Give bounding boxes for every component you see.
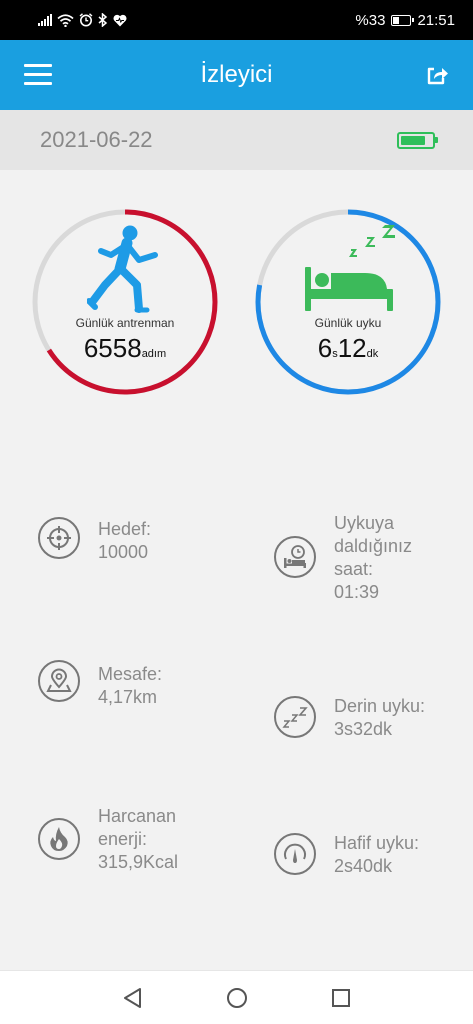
activity-ring-label: Günlük antrenman xyxy=(75,316,175,330)
distance-stat: Mesafe: 4,17km xyxy=(38,660,162,709)
deep-sleep-value: 3s32dk xyxy=(334,719,393,739)
light-sleep-value: 2s40dk xyxy=(334,856,393,876)
bed-clock-icon xyxy=(274,536,316,578)
target-icon xyxy=(38,517,80,559)
location-map-icon xyxy=(38,660,80,702)
energy-label-line1: Harcanan xyxy=(98,806,177,826)
wifi-icon xyxy=(57,13,74,27)
light-sleep-label: Hafif uyku: xyxy=(334,833,420,853)
heart-icon xyxy=(113,14,127,26)
gauge-icon xyxy=(274,833,316,875)
flame-icon xyxy=(38,818,80,860)
step-unit: adım xyxy=(141,348,167,360)
clock: 21:51 xyxy=(417,11,455,29)
alarm-icon xyxy=(79,13,93,27)
light-sleep-stat: Hafif uyku: 2s40dk xyxy=(274,833,419,878)
app-bar: İzleyici xyxy=(0,40,473,110)
deep-sleep-label: Derin uyku: xyxy=(334,696,426,716)
deep-sleep-stat: Derin uyku: 3s32dk xyxy=(274,696,425,741)
sleep-time-value: 01:39 xyxy=(334,582,380,602)
activity-ring[interactable]: Günlük antrenman 6558adım xyxy=(32,209,218,395)
goal-stat: Hedef: 10000 xyxy=(38,517,151,564)
share-icon[interactable] xyxy=(425,63,449,87)
distance-label: Mesafe: xyxy=(98,664,163,684)
recents-icon[interactable] xyxy=(329,986,353,1010)
home-icon[interactable] xyxy=(225,986,249,1010)
battery-percent: %33 xyxy=(355,11,386,29)
sleep-minutes-unit: dk xyxy=(366,348,379,360)
bluetooth-icon xyxy=(98,13,108,27)
sleep-minutes: 12 xyxy=(337,333,367,363)
goal-label: Hedef: xyxy=(98,519,152,539)
energy-value: 315,9Kcal xyxy=(98,852,179,872)
date-label[interactable]: 2021-06-22 xyxy=(40,127,153,153)
sleep-time-label-line1: Uykuya xyxy=(334,513,395,533)
device-battery-icon xyxy=(397,131,438,149)
hamburger-menu-icon[interactable] xyxy=(24,64,52,86)
page-title: İzleyici xyxy=(200,61,273,88)
activity-ring-value: 6558adım xyxy=(32,333,218,364)
status-icons xyxy=(38,13,127,27)
sleeping-bed-icon xyxy=(305,225,395,311)
sleep-ring[interactable]: Günlük uyku 6s12dk xyxy=(255,209,441,395)
signal-icon xyxy=(38,14,52,26)
system-nav-bar xyxy=(0,970,473,1024)
energy-stat: Harcanan enerji: 315,9Kcal xyxy=(38,805,178,874)
running-person-icon xyxy=(87,225,158,313)
sleep-time-stat: Uykuya daldığınız saat: 01:39 xyxy=(274,512,412,604)
date-bar: 2021-06-22 xyxy=(0,110,473,170)
goal-value: 10000 xyxy=(98,542,149,562)
sleep-ring-value: 6s12dk xyxy=(255,333,441,364)
sleep-ring-label: Günlük uyku xyxy=(314,316,382,330)
battery-icon xyxy=(391,14,415,26)
status-bar: %33 21:51 xyxy=(0,0,473,40)
zzz-icon xyxy=(274,696,316,738)
distance-value: 4,17km xyxy=(98,687,158,707)
sleep-time-label-line3: saat: xyxy=(334,559,374,579)
energy-label-line2: enerji: xyxy=(98,829,148,849)
sleep-time-label-line2: daldığınız xyxy=(334,536,413,556)
back-icon[interactable] xyxy=(121,986,145,1010)
step-count: 6558 xyxy=(83,333,142,363)
status-right: %33 21:51 xyxy=(355,12,455,29)
sleep-hours: 6 xyxy=(317,333,333,363)
